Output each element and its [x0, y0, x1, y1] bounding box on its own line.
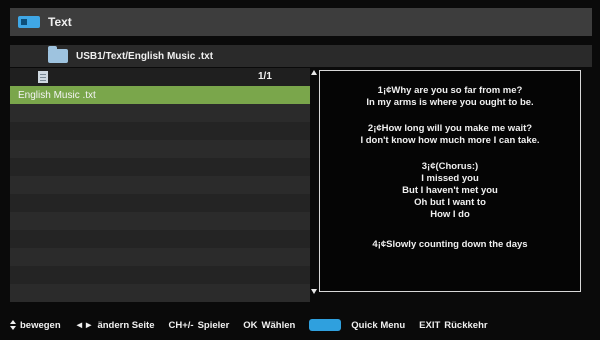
hint-player-label: Spieler: [197, 319, 230, 331]
text-line: But I haven't met you: [402, 185, 498, 196]
hint-player-key: CH+/-: [168, 319, 194, 331]
text-line: 3¡¢(Chorus:): [421, 161, 479, 172]
empty-row: [10, 140, 310, 158]
tv-icon: [18, 16, 40, 28]
hint-move: bewegen: [10, 320, 61, 331]
scroll-up-icon[interactable]: [311, 70, 317, 75]
hint-exit: EXIT Rückkehr: [419, 320, 487, 331]
text-viewer[interactable]: 1¡¢Why are you so far from me? In my arm…: [319, 70, 581, 292]
hint-quick-menu[interactable]: Quick Menu: [309, 319, 405, 331]
file-list: 1/1 English Music .txt: [10, 68, 310, 302]
hint-change-page-label: ändern Seite: [97, 319, 155, 331]
text-scrollbar[interactable]: [311, 70, 317, 294]
text-line: 4¡¢Slowly counting down the days: [372, 239, 528, 250]
hint-move-label: bewegen: [20, 319, 61, 331]
left-right-arrow-icon: ◄►: [74, 319, 94, 331]
file-icon: [38, 71, 48, 83]
empty-row: [10, 158, 310, 176]
hint-player: CH+/- Spieler: [169, 320, 230, 331]
empty-row: [10, 212, 310, 230]
folder-icon: [48, 46, 68, 63]
current-path: USB1/Text/English Music .txt: [76, 50, 214, 62]
up-down-arrow-icon: [10, 320, 16, 330]
empty-row: [10, 230, 310, 248]
file-list-header: 1/1: [10, 68, 310, 86]
text-paragraph: 3¡¢(Chorus:) I missed you But I haven't …: [320, 161, 580, 221]
file-name: English Music .txt: [18, 89, 96, 101]
text-line: I missed you: [421, 173, 479, 184]
path-bar: USB1/Text/English Music .txt: [10, 45, 592, 67]
empty-row: [10, 104, 310, 122]
blue-button-icon: [309, 319, 342, 331]
text-line: 2¡¢How long will you make me wait?: [367, 123, 533, 134]
hint-exit-label: Rückkehr: [444, 319, 488, 331]
hint-quick-menu-label: Quick Menu: [351, 319, 406, 331]
text-line: Oh but I want to: [414, 197, 486, 208]
text-line: In my arms is where you ought to be.: [366, 97, 534, 108]
text-paragraph: 1¡¢Why are you so far from me? In my arm…: [320, 85, 580, 109]
scroll-down-icon[interactable]: [311, 289, 317, 294]
hint-ok-label: Wählen: [261, 319, 296, 331]
app-title: Text: [48, 15, 72, 29]
empty-row: [10, 194, 310, 212]
text-line: 1¡¢Why are you so far from me?: [377, 85, 523, 96]
text-line: How I do: [430, 209, 470, 220]
hint-exit-key: EXIT: [419, 319, 441, 331]
page-count: 1/1: [258, 71, 272, 82]
text-line: I don't know how much more I can take.: [360, 135, 540, 146]
file-row-english-music[interactable]: English Music .txt: [10, 86, 310, 104]
hint-ok-key: OK: [243, 319, 258, 331]
empty-row: [10, 284, 310, 302]
empty-row: [10, 248, 310, 266]
hint-ok: OK Wählen: [243, 320, 295, 331]
empty-row: [10, 122, 310, 140]
text-paragraph: 2¡¢How long will you make me wait? I don…: [320, 123, 580, 147]
key-hint-bar: bewegen ◄► ändern Seite CH+/- Spieler OK…: [10, 316, 592, 334]
hint-change-page: ◄► ändern Seite: [75, 320, 155, 331]
text-paragraph: 4¡¢Slowly counting down the days: [320, 239, 580, 251]
empty-row: [10, 176, 310, 194]
title-bar: Text: [10, 8, 592, 36]
empty-row: [10, 266, 310, 284]
